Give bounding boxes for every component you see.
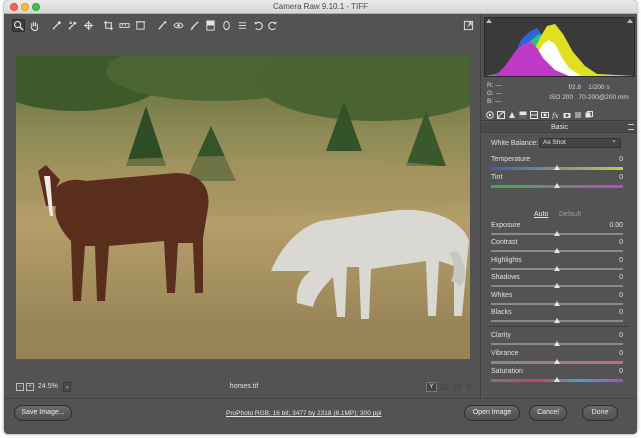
whites-slider[interactable]: Whites 0: [491, 292, 627, 309]
zoom-tool-icon[interactable]: [12, 19, 25, 32]
white-balance-label: White Balance:: [491, 140, 539, 147]
highlights-thumb[interactable]: [554, 266, 560, 271]
lens-settings: ISO 200 70-200@200 mm: [549, 94, 629, 101]
default-button[interactable]: Default: [559, 211, 581, 218]
camera-calibration-tab-icon[interactable]: [562, 110, 571, 119]
title-bar: Camera Raw 9.10.1 - TIFF: [4, 0, 637, 14]
panel-tabs: fx: [481, 109, 637, 121]
tint-slider[interactable]: Tint 0: [491, 174, 627, 191]
rotate-cw-icon[interactable]: [266, 19, 279, 32]
vibrance-slider[interactable]: Vibrance 0: [491, 350, 627, 367]
red-eye-tool-icon[interactable]: [172, 19, 185, 32]
camera-raw-window: Camera Raw 9.10.1 - TIFF − + 24.5% ⌄ hor…: [4, 0, 637, 434]
image-preview-area[interactable]: [12, 39, 476, 378]
color-sampler-tool-icon[interactable]: [66, 19, 79, 32]
horses-photo-image: [16, 56, 470, 359]
copy-settings-button[interactable]: [452, 382, 463, 392]
adjustment-brush-tool-icon[interactable]: [188, 19, 201, 32]
highlights-slider[interactable]: Highlights 0: [491, 257, 627, 274]
open-image-button[interactable]: Open Image: [464, 405, 520, 421]
rotate-ccw-icon[interactable]: [252, 19, 265, 32]
blacks-thumb[interactable]: [554, 318, 560, 323]
section-title: Basic: [481, 122, 637, 133]
window-title: Camera Raw 9.10.1 - TIFF: [273, 2, 368, 11]
highlight-clipping-warning-icon[interactable]: [627, 19, 633, 23]
auto-default-row: Auto Default: [481, 211, 637, 221]
temperature-slider[interactable]: Temperature 0: [491, 156, 627, 173]
footer-bar: Save Image... ProPhoto RGB; 16 bit; 3477…: [4, 398, 637, 434]
white-balance-select[interactable]: As Shot: [539, 137, 621, 148]
spot-removal-tool-icon[interactable]: [156, 19, 169, 32]
image-status-bar: − + 24.5% ⌄ horses.tif Y: [12, 381, 476, 395]
toggle-default-button[interactable]: [465, 382, 474, 392]
preferences-icon[interactable]: [236, 19, 249, 32]
camera-info: R: --- G: --- B: --- f/2.8 1/200 s ISO 2…: [484, 80, 635, 108]
contrast-thumb[interactable]: [554, 248, 560, 253]
view-toggle-before-after-button[interactable]: Y: [426, 382, 437, 392]
histogram-graph: [485, 24, 634, 76]
histogram: [484, 17, 635, 77]
white-balance-tool-icon[interactable]: [50, 19, 63, 32]
photo-preview[interactable]: [16, 56, 470, 359]
right-panel: R: --- G: --- B: --- f/2.8 1/200 s ISO 2…: [480, 14, 637, 398]
hand-tool-icon[interactable]: [28, 19, 41, 32]
snapshots-tab-icon[interactable]: [584, 110, 593, 119]
exposure-slider[interactable]: Exposure 0.00: [491, 222, 627, 239]
panel-menu-icon[interactable]: [628, 124, 634, 130]
contrast-slider[interactable]: Contrast 0: [491, 239, 627, 256]
svg-text:fx: fx: [552, 112, 559, 119]
radial-filter-tool-icon[interactable]: [220, 19, 233, 32]
swap-before-after-button[interactable]: [439, 382, 450, 392]
targeted-adjustment-tool-icon[interactable]: [82, 19, 95, 32]
whites-thumb[interactable]: [554, 301, 560, 306]
clarity-slider[interactable]: Clarity 0: [491, 332, 627, 349]
lens-corrections-tab-icon[interactable]: [540, 110, 549, 119]
shadow-clipping-warning-icon[interactable]: [486, 19, 492, 23]
rgb-readout-g: G: ---: [487, 90, 503, 97]
exposure-thumb[interactable]: [554, 231, 560, 236]
tone-curve-tab-icon[interactable]: [496, 110, 505, 119]
straighten-tool-icon[interactable]: [118, 19, 131, 32]
effects-tab-icon[interactable]: fx: [551, 110, 560, 119]
split-toning-tab-icon[interactable]: [529, 110, 538, 119]
fullscreen-toggle-icon[interactable]: [462, 19, 475, 32]
done-button[interactable]: Done: [582, 405, 618, 421]
panel-divider: [489, 326, 629, 327]
saturation-thumb[interactable]: [554, 377, 560, 382]
vibrance-thumb[interactable]: [554, 359, 560, 364]
blacks-slider[interactable]: Blacks 0: [491, 309, 627, 326]
shadows-slider[interactable]: Shadows 0: [491, 274, 627, 291]
clarity-thumb[interactable]: [554, 341, 560, 346]
image-filename: horses.tif: [229, 383, 259, 390]
graduated-filter-tool-icon[interactable]: [204, 19, 217, 32]
saturation-slider[interactable]: Saturation 0: [491, 368, 627, 385]
presets-tab-icon[interactable]: [573, 110, 582, 119]
basic-tab-icon[interactable]: [485, 110, 494, 119]
detail-tab-icon[interactable]: [507, 110, 516, 119]
exposure-settings: f/2.8 1/200 s: [568, 84, 610, 91]
save-image-button[interactable]: Save Image...: [14, 405, 72, 421]
transform-tool-icon[interactable]: [134, 19, 147, 32]
temperature-thumb[interactable]: [554, 165, 560, 170]
rgb-readout-r: R: ---: [487, 82, 502, 89]
hsl-tab-icon[interactable]: [518, 110, 527, 119]
workflow-options-link[interactable]: ProPhoto RGB; 16 bit; 3477 by 2318 (8.1M…: [226, 410, 381, 417]
crop-tool-icon[interactable]: [102, 19, 115, 32]
shadows-thumb[interactable]: [554, 283, 560, 288]
auto-button[interactable]: Auto: [534, 211, 548, 218]
cancel-button[interactable]: Cancel: [529, 405, 567, 421]
tint-thumb[interactable]: [554, 183, 560, 188]
rgb-readout-b: B: ---: [487, 98, 502, 105]
